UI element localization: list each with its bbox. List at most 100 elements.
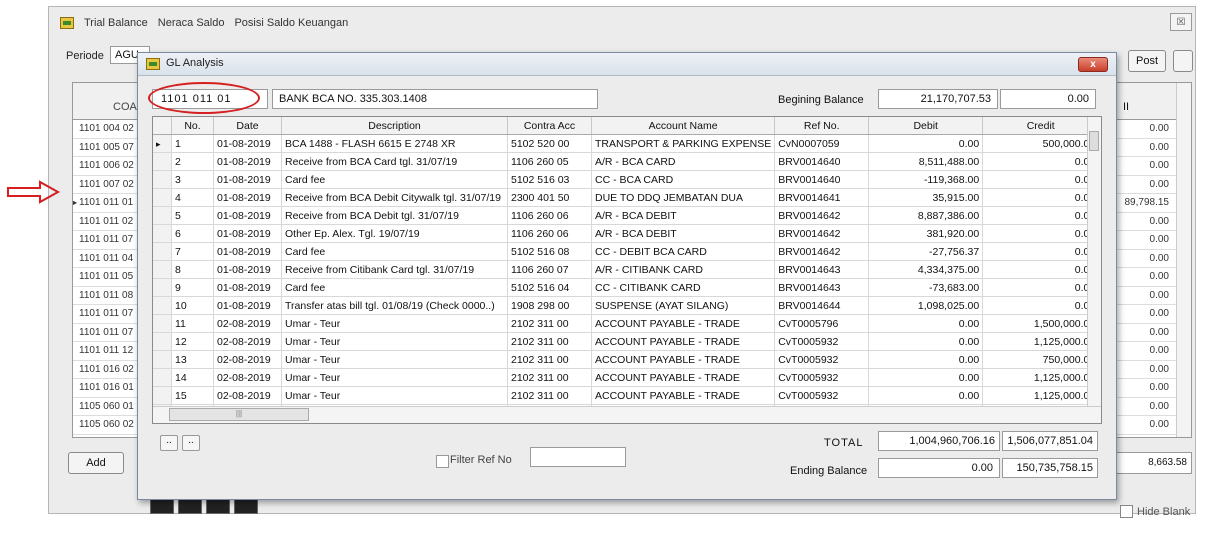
cell-ref-no[interactable]: CvT0005932 bbox=[774, 368, 870, 387]
cell-account-name[interactable]: DUE TO DDQ JEMBATAN DUA bbox=[591, 188, 776, 207]
nav-prev-button[interactable] bbox=[178, 498, 202, 514]
cell-no[interactable]: 14 bbox=[171, 368, 214, 387]
cell-date[interactable]: 01-08-2019 bbox=[213, 278, 282, 297]
cell-contra-acc[interactable]: 5102 516 04 bbox=[507, 278, 592, 297]
col-account-name[interactable]: Account Name bbox=[591, 117, 776, 135]
coa-row[interactable]: 1101 005 07 bbox=[73, 139, 141, 157]
coa-row[interactable]: 1101 016 01 bbox=[73, 379, 141, 398]
cell-description[interactable]: Card fee bbox=[281, 278, 508, 297]
cell-account-name[interactable]: A/R - BCA DEBIT bbox=[591, 206, 776, 225]
filter-ref-checkbox[interactable] bbox=[436, 455, 449, 468]
table-row[interactable]: 3 01-08-2019 Card fee 5102 516 03 CC - BCA C… bbox=[153, 170, 1100, 189]
cell-description[interactable]: Umar - Teur bbox=[281, 332, 508, 351]
row-indicator[interactable] bbox=[153, 242, 172, 261]
cell-ref-no[interactable]: BRV0014642 bbox=[774, 242, 870, 261]
menu-neraca-saldo[interactable]: Neraca Saldo bbox=[158, 17, 225, 29]
cell-debit[interactable]: 8,887,386.00 bbox=[868, 206, 984, 225]
coa-row[interactable]: 1101 011 07 bbox=[73, 231, 141, 250]
cell-no[interactable]: 4 bbox=[171, 188, 214, 207]
cell-date[interactable]: 01-08-2019 bbox=[213, 170, 282, 189]
cell-account-name[interactable]: A/R - BCA DEBIT bbox=[591, 224, 776, 243]
cell-ref-no[interactable]: BRV0014640 bbox=[774, 170, 870, 189]
col-ref-no[interactable]: Ref No. bbox=[774, 117, 870, 135]
col-debit[interactable]: Debit bbox=[868, 117, 984, 135]
coa-row[interactable]: 1105 060 01 bbox=[73, 398, 141, 416]
cell-credit[interactable]: 0.00 bbox=[982, 152, 1100, 171]
cell-account-name[interactable]: ACCOUNT PAYABLE - TRADE bbox=[591, 314, 776, 333]
cell-contra-acc[interactable]: 5102 520 00 bbox=[507, 134, 592, 153]
cell-credit[interactable]: 1,125,000.00 bbox=[982, 332, 1100, 351]
cell-debit[interactable]: 0.00 bbox=[868, 314, 984, 333]
table-row[interactable]: 11 02-08-2019 Umar - Teur 2102 311 00 ACCOUN… bbox=[153, 314, 1100, 333]
coa-row[interactable]: 1105 060 02 bbox=[73, 416, 141, 435]
cell-debit[interactable]: -27,756.37 bbox=[868, 242, 984, 261]
table-row[interactable]: 6 01-08-2019 Other Ep. Alex. Tgl. 19/07/19… bbox=[153, 224, 1100, 243]
col-contra-acc[interactable]: Contra Acc bbox=[507, 117, 592, 135]
nav-last-button[interactable] bbox=[234, 498, 258, 514]
row-indicator[interactable] bbox=[153, 224, 172, 243]
cell-account-name[interactable]: CC - BCA CARD bbox=[591, 170, 776, 189]
cell-contra-acc[interactable]: 2102 311 00 bbox=[507, 332, 592, 351]
cell-description[interactable]: Umar - Teur bbox=[281, 314, 508, 333]
filter-ref-input[interactable] bbox=[530, 447, 626, 467]
cell-ref-no[interactable]: CvN0007059 bbox=[774, 134, 870, 153]
row-indicator[interactable] bbox=[153, 260, 172, 279]
cell-ref-no[interactable]: BRV0014643 bbox=[774, 278, 870, 297]
cell-description[interactable]: Receive from BCA Card tgl. 31/07/19 bbox=[281, 152, 508, 171]
cell-credit[interactable]: 0.00 bbox=[982, 260, 1100, 279]
cell-credit[interactable]: 0.00 bbox=[982, 278, 1100, 297]
cell-credit[interactable]: 0.00 bbox=[982, 206, 1100, 225]
table-row[interactable]: 15 02-08-2019 Umar - Teur 2102 311 00 ACCOUN… bbox=[153, 386, 1100, 405]
table-row[interactable]: 12 02-08-2019 Umar - Teur 2102 311 00 ACCOUN… bbox=[153, 332, 1100, 351]
cell-ref-no[interactable]: BRV0014642 bbox=[774, 206, 870, 225]
cell-description[interactable]: Umar - Teur bbox=[281, 350, 508, 369]
cell-date[interactable]: 02-08-2019 bbox=[213, 332, 282, 351]
coa-row[interactable]: 1101 016 02 bbox=[73, 361, 141, 379]
coa-row[interactable]: 1101 007 02 bbox=[73, 176, 141, 194]
cell-contra-acc[interactable]: 1106 260 05 bbox=[507, 152, 592, 171]
cell-description[interactable]: BCA 1488 - FLASH 6615 E 2748 XR bbox=[281, 134, 508, 153]
coa-row[interactable]: 1101 011 07 bbox=[73, 305, 141, 324]
cell-credit[interactable]: 0.00 bbox=[982, 170, 1100, 189]
cell-account-name[interactable]: ACCOUNT PAYABLE - TRADE bbox=[591, 368, 776, 387]
cell-contra-acc[interactable]: 2102 311 00 bbox=[507, 314, 592, 333]
cell-account-name[interactable]: ACCOUNT PAYABLE - TRADE bbox=[591, 332, 776, 351]
cell-date[interactable]: 01-08-2019 bbox=[213, 152, 282, 171]
cell-description[interactable]: Umar - Teur bbox=[281, 386, 508, 405]
next-page-button[interactable]: .. bbox=[182, 435, 200, 451]
cell-credit[interactable]: 0.00 bbox=[982, 242, 1100, 261]
cell-date[interactable]: 02-08-2019 bbox=[213, 350, 282, 369]
cell-debit[interactable]: 35,915.00 bbox=[868, 188, 984, 207]
cell-description[interactable]: Receive from Citibank Card tgl. 31/07/19 bbox=[281, 260, 508, 279]
row-indicator[interactable] bbox=[153, 206, 172, 225]
table-row[interactable]: 7 01-08-2019 Card fee 5102 516 08 CC - DEBIT… bbox=[153, 242, 1100, 261]
cell-debit[interactable]: 0.00 bbox=[868, 386, 984, 405]
add-button[interactable]: Add bbox=[68, 452, 124, 474]
cell-date[interactable]: 01-08-2019 bbox=[213, 242, 282, 261]
cell-description[interactable]: Card fee bbox=[281, 170, 508, 189]
cell-date[interactable]: 01-08-2019 bbox=[213, 206, 282, 225]
cell-credit[interactable]: 500,000.00 bbox=[982, 134, 1100, 153]
cell-no[interactable]: 2 bbox=[171, 152, 214, 171]
grid-horizontal-scroll-thumb[interactable]: ||| bbox=[169, 408, 309, 421]
cell-description[interactable]: Transfer atas bill tgl. 01/08/19 (Check … bbox=[281, 296, 508, 315]
cell-ref-no[interactable]: CvT0005796 bbox=[774, 314, 870, 333]
cell-no[interactable]: 5 bbox=[171, 206, 214, 225]
cell-ref-no[interactable]: BRV0014640 bbox=[774, 152, 870, 171]
cell-credit[interactable]: 0.00 bbox=[982, 296, 1100, 315]
cell-credit[interactable]: 1,500,000.00 bbox=[982, 314, 1100, 333]
coa-row[interactable]: 1101 011 01 bbox=[73, 194, 141, 213]
coa-row[interactable]: 1101 011 12 bbox=[73, 342, 141, 361]
cell-contra-acc[interactable]: 1106 260 06 bbox=[507, 206, 592, 225]
cell-account-name[interactable]: A/R - CITIBANK CARD bbox=[591, 260, 776, 279]
cell-credit[interactable]: 1,125,000.00 bbox=[982, 386, 1100, 405]
row-indicator[interactable] bbox=[153, 314, 172, 333]
balance-grid-scrollbar[interactable] bbox=[1176, 83, 1191, 437]
coa-grid[interactable]: COA 1101 004 02 1101 005 07 1101 006 02 110… bbox=[72, 82, 142, 438]
cell-contra-acc[interactable]: 1908 298 00 bbox=[507, 296, 592, 315]
coa-row[interactable]: 1101 011 07 bbox=[73, 324, 141, 342]
cell-ref-no[interactable]: BRV0014644 bbox=[774, 296, 870, 315]
prev-page-button[interactable]: .. bbox=[160, 435, 178, 451]
cell-debit[interactable]: 381,920.00 bbox=[868, 224, 984, 243]
cell-no[interactable]: 9 bbox=[171, 278, 214, 297]
